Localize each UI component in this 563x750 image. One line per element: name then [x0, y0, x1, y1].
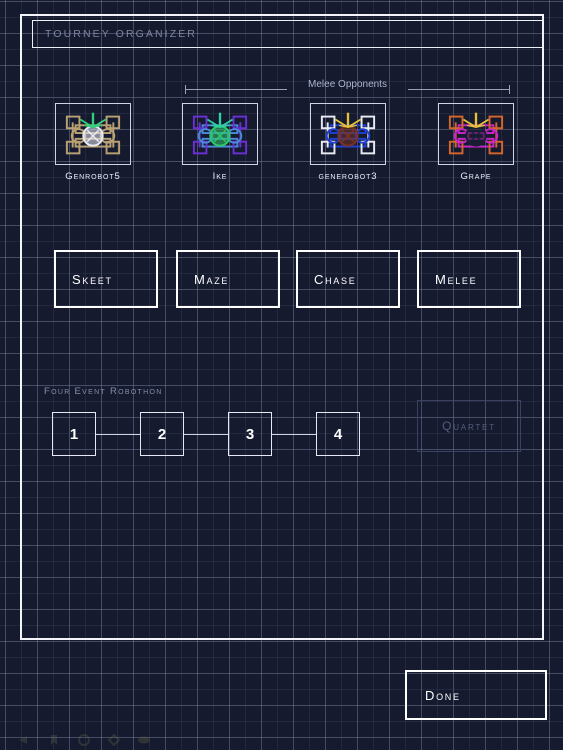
event-button-label: Maze [194, 271, 230, 287]
robothon-step-1[interactable]: 1 [52, 412, 96, 456]
event-button-skeet[interactable]: Skeet [54, 250, 158, 308]
event-button-melee[interactable]: Melee [417, 250, 521, 308]
robot-avatar-ike[interactable] [182, 103, 258, 165]
melee-opponents-legend: Melee Opponents [308, 79, 387, 90]
group-rule-left [185, 89, 287, 90]
robot-name-label: Ike [212, 171, 228, 182]
back-arrow-icon[interactable] [16, 733, 32, 747]
circle-outline-icon[interactable] [76, 733, 92, 747]
group-rule-right [408, 89, 510, 90]
diamond-icon[interactable] [106, 733, 122, 747]
robot-name-label: Grape [460, 171, 492, 182]
robot-card[interactable]: generobot3 [310, 103, 386, 182]
quartet-button-label: Quartet [442, 419, 496, 433]
robot-card[interactable]: Genrobot5 [55, 103, 131, 182]
robot-card[interactable]: Ike [182, 103, 258, 182]
robothon-step-2[interactable]: 2 [140, 412, 184, 456]
page-title: TOURNEY ORGANIZER [45, 28, 197, 40]
melee-opponents-group: Melee Opponents [185, 79, 510, 94]
bookmark-icon[interactable] [46, 733, 62, 747]
bottom-nav-strip [0, 730, 563, 750]
robothon-section-label: Four Event Robothon [44, 386, 163, 397]
robot-card[interactable]: Grape [438, 103, 514, 182]
robot-name-label: Genrobot5 [65, 171, 121, 182]
event-button-label: Chase [314, 271, 357, 287]
robot-name-label: generobot3 [318, 171, 378, 182]
robothon-step-4[interactable]: 4 [316, 412, 360, 456]
robot-avatar-generobot3[interactable] [310, 103, 386, 165]
group-tick-right [509, 85, 510, 94]
event-button-chase[interactable]: Chase [296, 250, 400, 308]
done-button-label: Done [425, 687, 461, 703]
event-button-label: Melee [435, 271, 478, 287]
robot-avatar-grape[interactable] [438, 103, 514, 165]
app-root: TOURNEY ORGANIZER Melee Opponents Genrob… [0, 0, 563, 750]
title-bar: TOURNEY ORGANIZER [32, 20, 544, 48]
event-button-label: Skeet [72, 271, 113, 287]
eye-icon[interactable] [136, 733, 152, 747]
step-connector [96, 434, 140, 435]
robothon-step-3[interactable]: 3 [228, 412, 272, 456]
robot-avatar-genrobot5[interactable] [55, 103, 131, 165]
event-button-maze[interactable]: Maze [176, 250, 280, 308]
done-button[interactable]: Done [405, 670, 547, 720]
step-connector [184, 434, 228, 435]
quartet-button[interactable]: Quartet [417, 400, 521, 452]
step-connector [272, 434, 316, 435]
